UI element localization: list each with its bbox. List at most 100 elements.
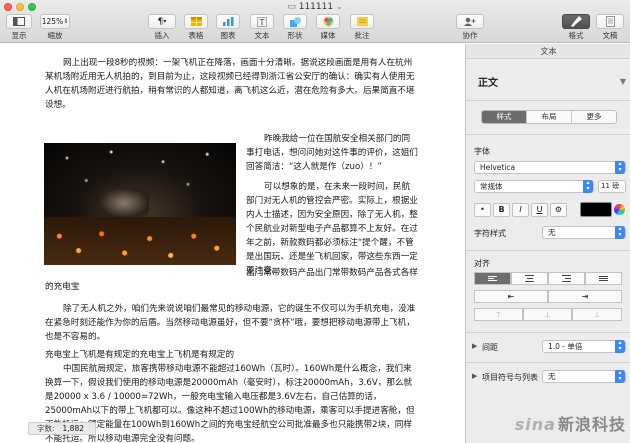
- font-family-value: Helvetica: [480, 163, 516, 172]
- display-button[interactable]: 显示: [6, 14, 32, 41]
- chart-icon: [222, 17, 233, 26]
- chevron-updown-icon: ▴ ▾: [615, 226, 625, 239]
- media-button[interactable]: 媒体: [316, 14, 340, 41]
- horizontal-align-row: [474, 272, 622, 285]
- chevron-down-icon: ⌄: [335, 2, 343, 11]
- font-family-select[interactable]: Helvetica ▴ ▾: [474, 161, 626, 174]
- zoom-menu[interactable]: 125% ⇕ 缩放: [40, 14, 70, 41]
- table-icon: [190, 17, 202, 26]
- sidebar-toggle-icon: [13, 17, 25, 26]
- chevron-down-icon: ▾: [163, 18, 167, 25]
- font-section-label: 字体: [474, 147, 490, 156]
- char-style-label: 字符样式: [474, 229, 506, 238]
- font-style-select[interactable]: 常规体 ▴ ▾: [474, 180, 594, 193]
- insert-button[interactable]: ¶ ▾ 插入: [148, 14, 176, 41]
- format-sidebar: 文本 正文 ▼ 样式 布局 更多 字体 Helvetica ▴ ▾ 常规体 ▴ ▾ …: [465, 44, 630, 443]
- divider: [466, 100, 630, 101]
- italic-button[interactable]: I: [512, 203, 529, 217]
- word-count-value: 1,882: [62, 424, 85, 433]
- chart-button[interactable]: 图表: [216, 14, 240, 41]
- spacing-select[interactable]: 1.0 - 单倍 ▴ ▾: [542, 340, 626, 353]
- bullets-value: 无: [548, 372, 556, 381]
- chevron-down-icon[interactable]: ▼: [620, 77, 626, 86]
- increase-indent-icon[interactable]: ⇥: [548, 290, 622, 303]
- divider: [466, 362, 630, 363]
- document-title[interactable]: ▭ 111111 ⌄: [0, 2, 630, 12]
- divider: [466, 332, 630, 333]
- chevron-updown-icon: ▴ ▾: [583, 180, 593, 193]
- font-size-field[interactable]: 11 磅: [598, 180, 626, 193]
- underline-button[interactable]: U: [531, 203, 548, 217]
- font-style-value: 常规体: [480, 182, 503, 191]
- indent-row: ⇤ ⇥: [474, 290, 622, 303]
- char-style-select[interactable]: 无 ▴ ▾: [542, 226, 626, 239]
- spacing-value: 1.0 - 单倍: [548, 342, 583, 351]
- concert-photo[interactable]: [44, 143, 236, 265]
- body-paragraph[interactable]: 网上出现一段8秒的视频：一架飞机正在降落，画面十分清晰。据说这段画面是用有人在杭…: [45, 56, 418, 112]
- bullets-select[interactable]: 无 ▴ ▾: [542, 370, 626, 383]
- decrease-indent-icon[interactable]: ⇤: [474, 290, 548, 303]
- body-paragraph[interactable]: 可以想象的是，在未来一段时间，民航部门对无人机的管控会严密。实际上，根据业内人士…: [246, 180, 418, 278]
- bullet-icon[interactable]: •: [474, 203, 491, 217]
- paragraph-style-name[interactable]: 正文: [478, 74, 498, 89]
- document-button[interactable]: 文稿: [596, 14, 624, 41]
- color-wheel-icon[interactable]: [614, 204, 625, 215]
- word-count-badge[interactable]: 字数: 1,882: [28, 422, 96, 435]
- textbox-icon: T: [257, 16, 267, 27]
- shape-icon: [289, 16, 301, 27]
- section-heading[interactable]: 充电宝上飞机是有规定的充电宝上飞机是有规定的: [45, 348, 418, 362]
- disclosure-triangle-icon[interactable]: ▶: [472, 372, 477, 380]
- crowd-glowsticks: [44, 217, 236, 265]
- gear-icon[interactable]: ⚙: [550, 203, 567, 217]
- align-top-icon[interactable]: ⊤: [474, 308, 523, 321]
- table-button[interactable]: 表格: [184, 14, 208, 41]
- chevron-updown-icon: ▴ ▾: [615, 370, 625, 383]
- chevron-updown-icon: ▴ ▾: [615, 340, 625, 353]
- collaborate-button[interactable]: 协作: [456, 14, 484, 41]
- char-style-value: 无: [548, 228, 556, 237]
- disclosure-triangle-icon[interactable]: ▶: [472, 342, 477, 350]
- body-paragraph[interactable]: 中国民航局规定，旅客携带移动电源不能超过160Wh（瓦时）。160Wh是什么概念…: [45, 362, 418, 443]
- window-toolbar: ▭ 111111 ⌄ 显示 125% ⇕ 缩放 ¶ ▾ 插入 表格 图表 T 文…: [0, 0, 630, 43]
- align-middle-icon[interactable]: ⊥: [523, 308, 572, 321]
- align-section-label: 对齐: [474, 259, 490, 268]
- align-right-icon[interactable]: [548, 272, 585, 285]
- word-count-label: 字数:: [37, 424, 55, 433]
- divider: [466, 250, 630, 251]
- align-bottom-icon[interactable]: ⊥: [572, 308, 622, 321]
- body-paragraph[interactable]: 昨晚我给一位在国航安全相关部门的同事打电话，想问问她对这件事的评价，这姐们回答简…: [246, 132, 418, 174]
- sina-tech-watermark-logo: sina 新浪科技: [515, 411, 626, 435]
- font-color-well[interactable]: [580, 202, 612, 217]
- person-plus-icon: [464, 17, 476, 26]
- align-center-icon[interactable]: [511, 272, 548, 285]
- comment-button[interactable]: 批注: [350, 14, 374, 41]
- chevron-updown-icon: ⇕: [63, 18, 69, 25]
- text-tabs: 样式 布局 更多: [481, 110, 617, 124]
- sidebar-header-text[interactable]: 文本: [466, 44, 630, 59]
- paintbrush-icon: [570, 16, 582, 27]
- tab-style[interactable]: 样式: [482, 111, 527, 123]
- tab-layout[interactable]: 布局: [527, 111, 572, 123]
- align-justify-icon[interactable]: [585, 272, 622, 285]
- svg-text:T: T: [259, 18, 265, 27]
- align-left-icon[interactable]: [474, 272, 511, 285]
- bold-button[interactable]: B: [493, 203, 510, 217]
- sina-brand: sina: [514, 415, 556, 434]
- text-format-row: • B I U ⚙: [474, 203, 567, 217]
- pages-doc-icon: ▭: [287, 2, 296, 12]
- zoom-value: 125%: [41, 17, 64, 26]
- sina-tech-text: 新浪科技: [557, 415, 626, 434]
- divider: [466, 134, 630, 135]
- shape-button[interactable]: 形状: [283, 14, 307, 41]
- comment-icon: [356, 17, 368, 26]
- body-paragraph[interactable]: 除了无人机之外，咱们先来说说咱们最常见的移动电源，它的诞生不仅可以为手机充电，没…: [45, 302, 418, 344]
- body-paragraph[interactable]: 出门常带数码产品出门常带数码产品各式各样的充电宝: [45, 266, 418, 294]
- media-icon: [323, 16, 333, 27]
- document-icon: [605, 16, 615, 27]
- text-button[interactable]: T 文本: [250, 14, 274, 41]
- document-canvas[interactable]: 网上出现一段8秒的视频：一架飞机正在降落，画面十分清晰。据说这段画面是用有人在杭…: [0, 44, 465, 443]
- chevron-updown-icon: ▴ ▾: [615, 161, 625, 174]
- tab-more[interactable]: 更多: [572, 111, 616, 123]
- vertical-align-row: ⊤ ⊥ ⊥: [474, 308, 622, 321]
- format-button[interactable]: 格式: [562, 14, 590, 41]
